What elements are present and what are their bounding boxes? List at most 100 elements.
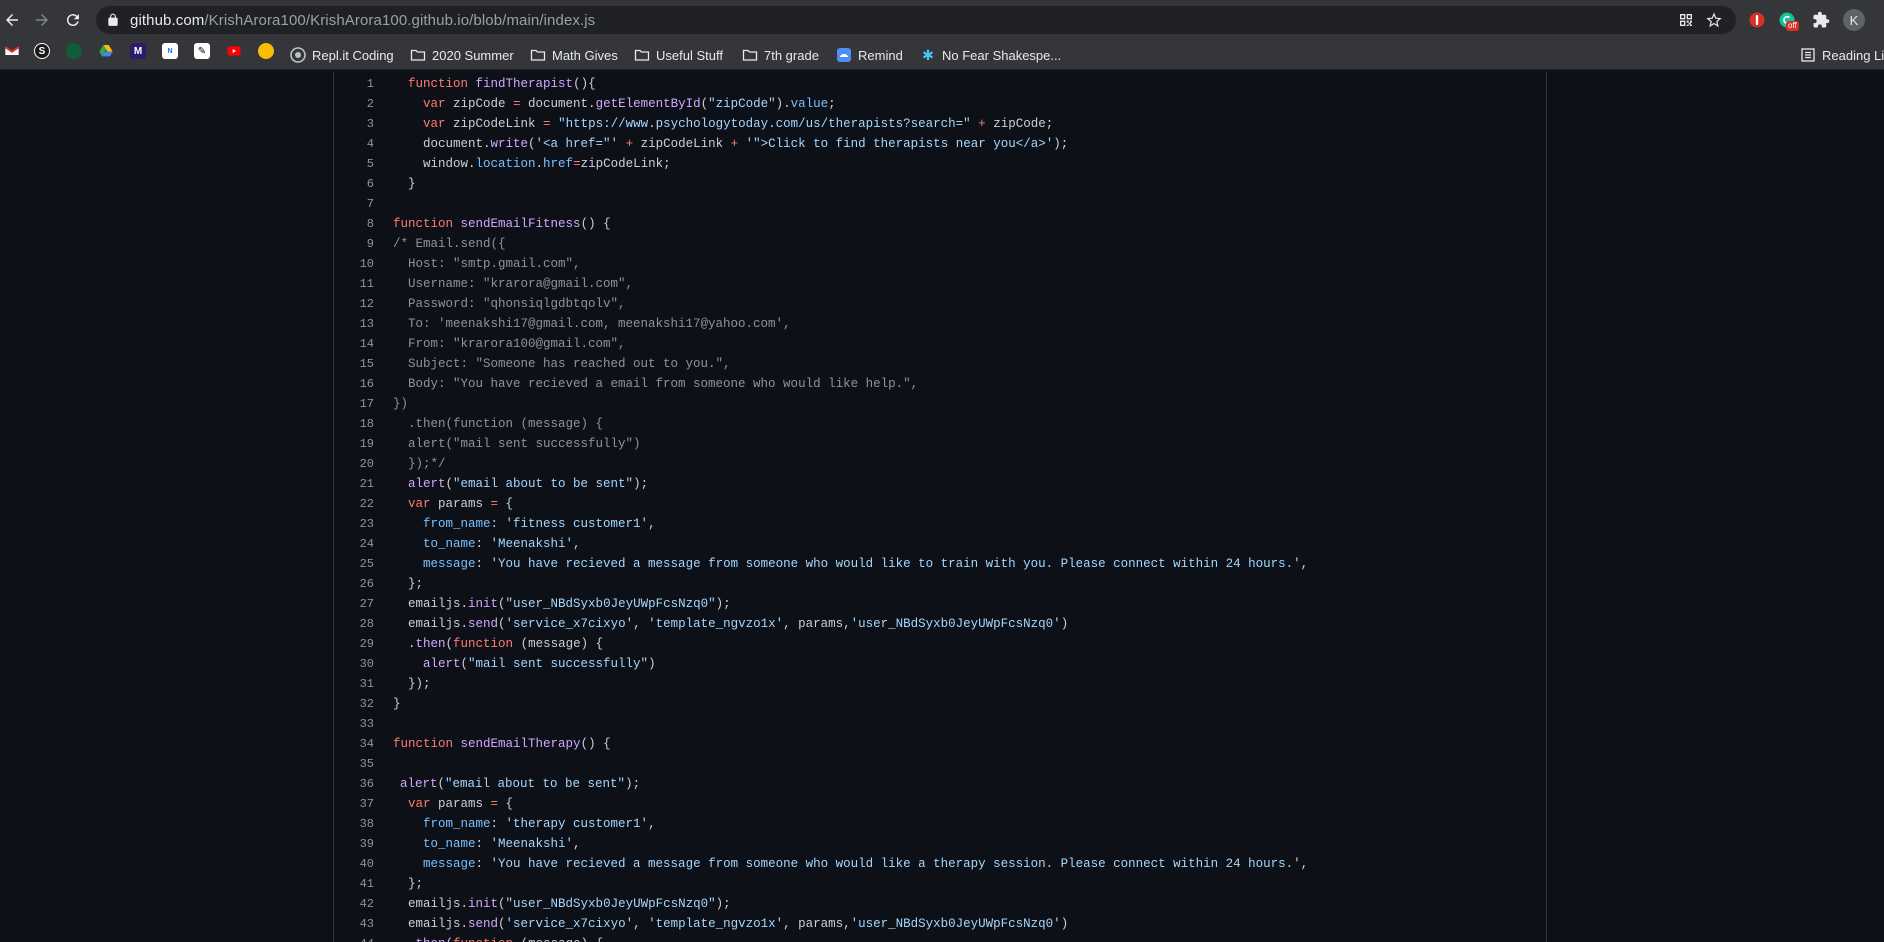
arrow-left-icon [6,14,18,26]
line-number[interactable]: 1 [334,77,374,91]
line-number[interactable]: 41 [334,877,374,891]
code-text: }; [408,877,424,891]
line-number[interactable]: 37 [334,797,374,811]
line-number[interactable]: 44 [334,937,374,942]
bookmark-label: Math Gives [552,47,618,63]
snowflake-icon: ✱ [922,46,934,63]
code-line: 19 alert("mail sent successfully") [334,434,1546,454]
line-number[interactable]: 4 [334,137,374,151]
code-line: 21 alert("email about to be sent"); [334,474,1546,494]
line-number[interactable]: 9 [334,237,374,251]
code-text: .then(function (message) { [408,637,604,651]
line-number[interactable]: 18 [334,417,374,431]
qr-code-icon[interactable] [1678,12,1694,28]
line-number[interactable]: 21 [334,477,374,491]
line-number[interactable]: 38 [334,817,374,831]
line-number[interactable]: 36 [334,777,374,791]
star-icon[interactable] [1706,12,1722,28]
code-text: .then(function (message) { [408,937,603,942]
line-number[interactable]: 29 [334,637,374,651]
folder-icon [742,47,758,63]
line-number[interactable]: 33 [334,717,374,731]
bookmark-replit[interactable]: Repl.it Coding [290,44,394,66]
line-number[interactable]: 43 [334,917,374,931]
code-line: 22 var params = { [334,494,1546,514]
line-number[interactable]: 20 [334,457,374,471]
line-number[interactable]: 42 [334,897,374,911]
folder-icon [410,47,426,63]
line-number[interactable]: 5 [334,157,374,171]
line-number[interactable]: 10 [334,257,374,271]
code-line: 43 emailjs.send('service_x7cixyo', 'templ… [334,914,1546,934]
line-number[interactable]: 25 [334,557,374,571]
line-number[interactable]: 40 [334,857,374,871]
bookmark-folder-2020-summer[interactable]: 2020 Summer [410,44,514,66]
s-bookmark-icon[interactable]: S [34,43,50,59]
code-text: from_name: 'fitness customer1', [423,517,656,531]
news-bookmark-icon[interactable]: N [162,43,178,59]
line-number[interactable]: 17 [334,397,374,411]
green-bookmark-icon[interactable] [66,43,82,59]
extension-red-icon[interactable] [1746,9,1768,31]
code-text: from_name: 'therapy customer1', [423,817,656,831]
line-number[interactable]: 8 [334,217,374,231]
code-line: 37 var params = { [334,794,1546,814]
pen-bookmark-icon[interactable]: ✎ [194,43,210,59]
code-line: 14 From: "krarora100@gmail.com", [334,334,1546,354]
gmail-bookmark-icon[interactable] [4,43,20,59]
line-number[interactable]: 32 [334,697,374,711]
line-number[interactable]: 35 [334,757,374,771]
purple-bookmark-icon[interactable]: M [130,43,146,59]
line-number[interactable]: 30 [334,657,374,671]
line-number[interactable]: 39 [334,837,374,851]
line-number[interactable]: 26 [334,577,374,591]
line-number[interactable]: 24 [334,537,374,551]
line-number[interactable]: 28 [334,617,374,631]
code-text: message: 'You have recieved a message fr… [423,857,1309,871]
code-line: 18 .then(function (message) { [334,414,1546,434]
line-number[interactable]: 7 [334,197,374,211]
code-text: function findTherapist(){ [408,77,596,91]
profile-avatar[interactable]: K [1843,9,1865,31]
back-button[interactable] [0,8,24,32]
bookmark-label: 7th grade [764,47,819,63]
code-text: Username: "krarora@gmail.com", [408,277,634,291]
line-number[interactable]: 31 [334,677,374,691]
code-line: 8 function sendEmailFitness() { [334,214,1546,234]
line-number[interactable]: 12 [334,297,374,311]
line-number[interactable]: 6 [334,177,374,191]
reload-button[interactable] [61,8,85,32]
grammarly-extension-icon[interactable]: off [1776,9,1799,31]
code-text: To: 'meenakshi17@gmail.com, meenakshi17@… [408,317,791,331]
line-number[interactable]: 34 [334,737,374,751]
line-number[interactable]: 23 [334,517,374,531]
code-line: 25 message: 'You have recieved a message … [334,554,1546,574]
code-text: Body: "You have recieved a email from so… [408,377,919,391]
address-bar[interactable]: github.com/KrishArora100/KrishArora100.g… [96,6,1736,34]
code-line: 23 from_name: 'fitness customer1', [334,514,1546,534]
colorful-bookmark-icon[interactable] [258,43,274,59]
line-number[interactable]: 27 [334,597,374,611]
forward-button[interactable] [30,8,54,32]
line-number[interactable]: 11 [334,277,374,291]
code-text: } [408,177,416,191]
extensions-puzzle-icon[interactable] [1810,9,1832,31]
bookmark-remind[interactable]: Remind [836,44,903,66]
bookmark-folder-useful-stuff[interactable]: Useful Stuff [634,44,723,66]
line-number[interactable]: 3 [334,117,374,131]
google-drive-bookmark-icon[interactable] [98,43,114,59]
bookmark-folder-math-gives[interactable]: Math Gives [530,44,618,66]
code-text: }; [408,577,424,591]
line-number[interactable]: 22 [334,497,374,511]
line-number[interactable]: 2 [334,97,374,111]
reading-list-button[interactable]: Reading Li [1800,44,1884,66]
code-text: From: "krarora100@gmail.com", [408,337,626,351]
line-number[interactable]: 19 [334,437,374,451]
line-number[interactable]: 13 [334,317,374,331]
youtube-bookmark-icon[interactable] [226,43,242,59]
line-number[interactable]: 16 [334,377,374,391]
bookmark-folder-7th-grade[interactable]: 7th grade [742,44,819,66]
bookmark-no-fear-shakespeare[interactable]: ✱ No Fear Shakespe... [920,44,1061,66]
line-number[interactable]: 14 [334,337,374,351]
line-number[interactable]: 15 [334,357,374,371]
